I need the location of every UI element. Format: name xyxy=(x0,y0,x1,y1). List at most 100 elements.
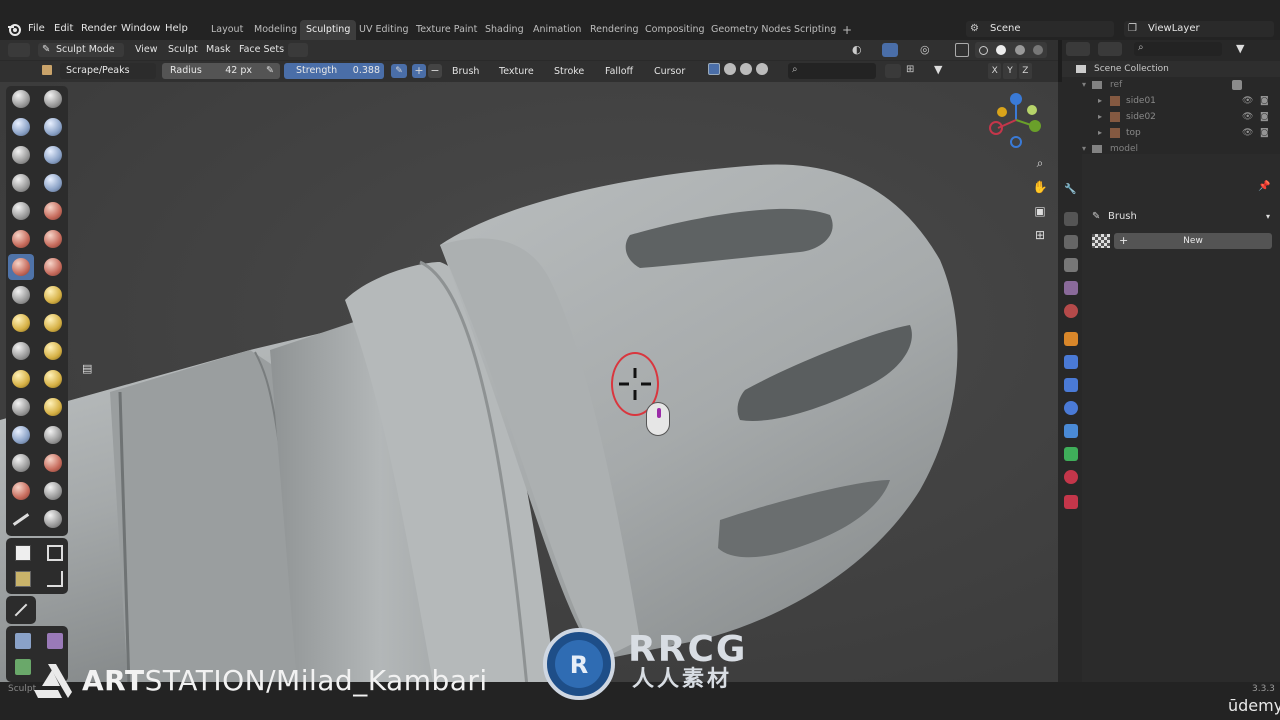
outliner-row-ref[interactable]: ▾ ref xyxy=(1062,77,1280,93)
strength-pressure-icon[interactable]: ✎ xyxy=(391,64,407,78)
texture-tab-icon[interactable] xyxy=(1064,495,1078,509)
clay-tool[interactable] xyxy=(8,114,34,140)
axis-x-button[interactable]: X xyxy=(988,63,1002,79)
world-tab-icon[interactable] xyxy=(1064,304,1078,318)
editor-type-icon[interactable] xyxy=(8,43,30,57)
pinch-tool[interactable] xyxy=(8,282,34,308)
grab-tool[interactable] xyxy=(40,282,66,308)
dyntopo-icon[interactable] xyxy=(724,63,736,75)
box-trim-tool[interactable] xyxy=(42,566,68,592)
constraints-tab-icon[interactable] xyxy=(1064,424,1078,438)
box-hide-tool[interactable] xyxy=(42,540,68,566)
filter-icon[interactable]: ▼ xyxy=(934,63,948,77)
options-icon[interactable] xyxy=(756,63,768,75)
navigation-gizmo[interactable] xyxy=(988,92,1044,148)
axis-z-button[interactable]: Z xyxy=(1018,63,1032,79)
layer-tool[interactable] xyxy=(40,142,66,168)
shading-modes[interactable] xyxy=(975,42,1047,58)
zoom-icon[interactable]: ⌕ xyxy=(1030,156,1050,176)
cloth-tool[interactable] xyxy=(8,422,34,448)
outliner-filter-icon[interactable]: ▼ xyxy=(1236,42,1258,56)
axis-y-button[interactable]: Y xyxy=(1003,63,1017,79)
pose-tool[interactable] xyxy=(40,338,66,364)
multires-displacement-smear-tool[interactable] xyxy=(40,478,66,504)
menu-help[interactable]: Help xyxy=(165,23,188,34)
outliner-editor-type-icon[interactable] xyxy=(1066,42,1090,56)
cloth-filter-tool[interactable] xyxy=(42,628,68,654)
brush-name-field[interactable]: Scrape/Peaks xyxy=(60,63,156,79)
box-face-set-tool[interactable] xyxy=(10,566,36,592)
outliner-search-input[interactable]: ⌕ xyxy=(1134,42,1222,56)
side01-eye-icon[interactable]: 👁 xyxy=(1242,93,1253,109)
collapsed-toolbar-icon[interactable]: ▤ xyxy=(82,362,96,376)
tab-animation[interactable]: Animation xyxy=(527,20,587,40)
menu-window[interactable]: Window xyxy=(121,23,160,34)
modifiers-tab-icon[interactable] xyxy=(1064,355,1078,369)
object-tab-icon[interactable] xyxy=(1064,332,1078,346)
thumb-tool[interactable] xyxy=(8,338,34,364)
mask-icon[interactable] xyxy=(885,64,901,78)
tab-sculpting[interactable]: Sculpting xyxy=(300,20,357,40)
tab-compositing[interactable]: Compositing xyxy=(639,20,711,40)
data-tab-icon[interactable] xyxy=(1064,447,1078,461)
mode-selector[interactable]: Sculpt Mode xyxy=(38,43,124,57)
outliner-row-model[interactable]: ▾ model xyxy=(1062,141,1280,153)
elastic-deform-tool[interactable] xyxy=(8,310,34,336)
smear-tool[interactable] xyxy=(40,506,66,532)
menu-face-sets[interactable]: Face Sets xyxy=(239,43,284,57)
tab-texture-paint[interactable]: Texture Paint xyxy=(410,20,483,40)
outliner-row-side02[interactable]: ▸ side02 👁 ◙ xyxy=(1062,109,1280,125)
cursor-dropdown[interactable]: Cursor xyxy=(654,64,685,79)
material-tab-icon[interactable] xyxy=(1064,470,1078,484)
mesh-filter-tool[interactable] xyxy=(10,628,36,654)
slide-relax-tool[interactable] xyxy=(8,394,34,420)
solid-shading-icon[interactable] xyxy=(996,45,1007,55)
physics-tab-icon[interactable] xyxy=(1064,401,1078,415)
subtract-mode-button[interactable]: − xyxy=(428,64,442,78)
clay-strips-tool[interactable] xyxy=(40,114,66,140)
menu-render[interactable]: Render xyxy=(81,23,117,34)
menu-view[interactable]: View xyxy=(135,43,158,57)
scene-selector[interactable]: Scene xyxy=(966,21,1114,37)
outliner-row-side01[interactable]: ▸ side01 👁 ◙ xyxy=(1062,93,1280,109)
pressure-icon[interactable]: ✎ xyxy=(266,63,274,79)
line-project-tool[interactable] xyxy=(8,597,34,623)
side02-eye-icon[interactable]: 👁 xyxy=(1242,109,1253,125)
outliner-row-scene-collection[interactable]: Scene Collection xyxy=(1062,61,1280,77)
tab-rendering[interactable]: Rendering xyxy=(584,20,645,40)
texture-dropdown[interactable]: Texture xyxy=(499,64,534,79)
scrape-tool[interactable] xyxy=(8,254,34,280)
multires-displacement-eraser-tool[interactable] xyxy=(8,478,34,504)
3d-viewport[interactable]: ⌕ ✋ ▣ ⊞ ▤ xyxy=(0,82,1058,682)
fill-tool[interactable] xyxy=(40,226,66,252)
draw-face-sets-tool[interactable] xyxy=(40,450,66,476)
tab-layout[interactable]: Layout xyxy=(205,20,249,40)
pin-icon[interactable]: 📌 xyxy=(1258,181,1270,192)
rotate-tool[interactable] xyxy=(40,366,66,392)
tab-geometry-nodes[interactable]: Geometry Nodes xyxy=(705,20,797,40)
outliner-row-top[interactable]: ▸ top 👁 ◙ xyxy=(1062,125,1280,141)
radius-field[interactable]: Radius 42 px ✎ xyxy=(162,63,280,79)
symmetry-toggle-icon[interactable] xyxy=(708,63,720,75)
tool-search-input[interactable]: ⌕ xyxy=(788,63,876,79)
draw-sharp-tool[interactable] xyxy=(40,86,66,112)
tab-modeling[interactable]: Modeling xyxy=(248,20,303,40)
menu-sculpt[interactable]: Sculpt xyxy=(168,43,198,57)
multiplane-scrape-tool[interactable] xyxy=(40,254,66,280)
new-brush-button[interactable]: + New xyxy=(1114,233,1272,249)
axis-lock-group[interactable]: X Y Z xyxy=(988,63,1032,79)
tab-uv-editing[interactable]: UV Editing xyxy=(353,20,415,40)
add-mode-button[interactable]: + xyxy=(412,64,426,78)
material-shading-icon[interactable] xyxy=(1014,45,1025,55)
crease-tool[interactable] xyxy=(8,198,34,224)
wireframe-shading-icon[interactable] xyxy=(979,45,989,55)
tab-shading[interactable]: Shading xyxy=(479,20,530,40)
xray-icon[interactable] xyxy=(955,43,969,57)
falloff-dropdown[interactable]: Falloff xyxy=(605,64,633,79)
view-layer-tab-icon[interactable] xyxy=(1064,258,1078,272)
menu-mask[interactable]: Mask xyxy=(206,43,230,57)
brush-stroke-icon[interactable] xyxy=(288,43,308,57)
add-workspace-button[interactable]: + xyxy=(836,20,858,40)
top-camera-icon[interactable]: ◙ xyxy=(1260,125,1269,141)
brush-preview-icon[interactable] xyxy=(1092,234,1110,248)
